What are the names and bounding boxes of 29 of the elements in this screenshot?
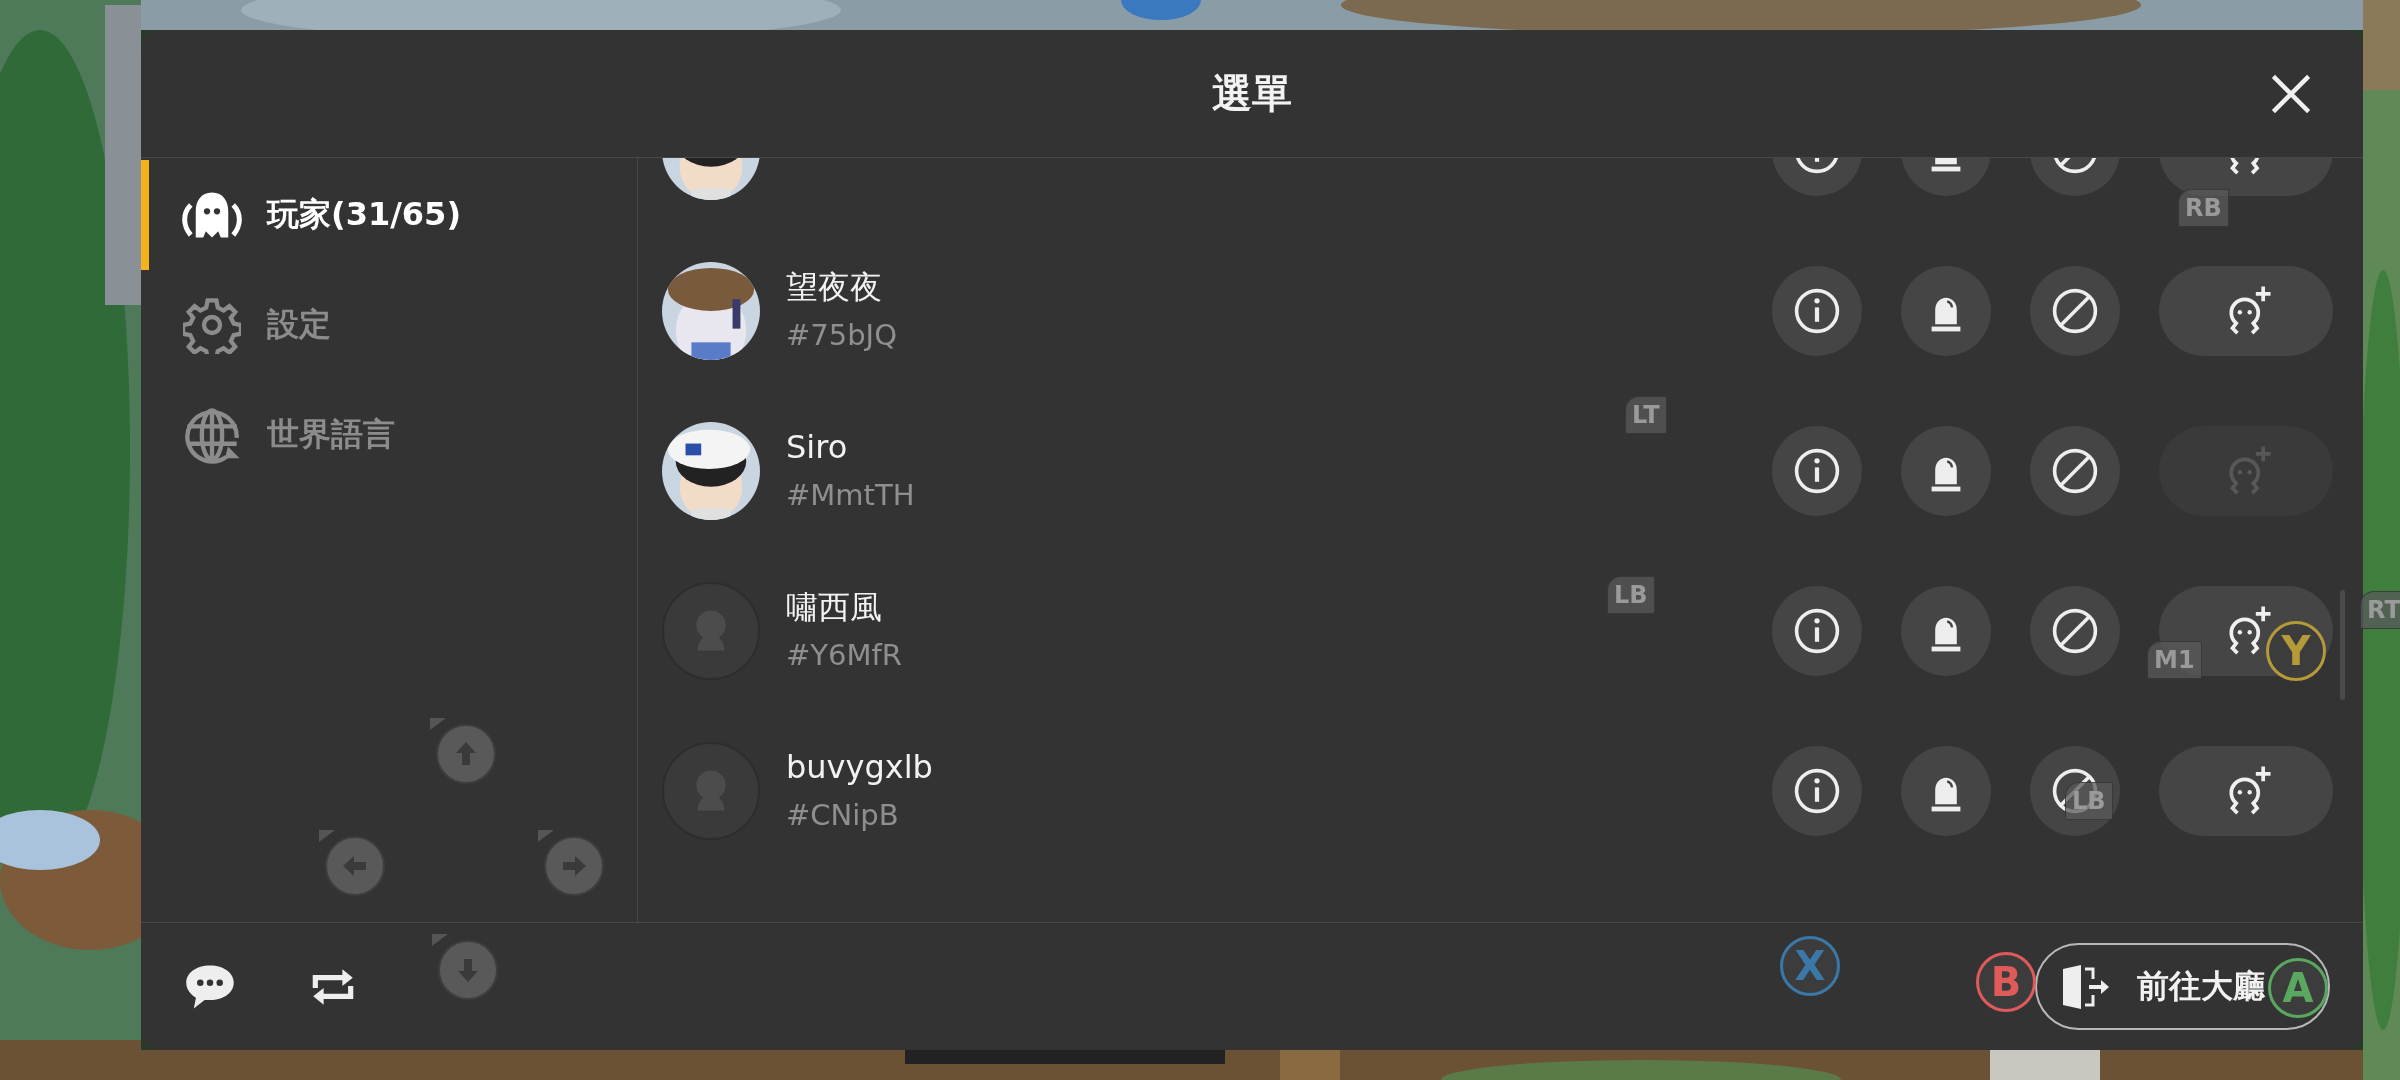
close-button[interactable] <box>2269 72 2313 116</box>
player-name: Siro <box>786 427 848 468</box>
key-hint: LT <box>1625 396 1667 434</box>
key-hint: M1 <box>2147 641 2202 679</box>
globe-icon <box>183 406 241 464</box>
sidebar-tab[interactable]: 玩家(31/65) <box>141 160 637 270</box>
key-hint: LB <box>1607 576 1655 614</box>
player-name: 嘯西風 <box>786 587 882 628</box>
info-icon <box>1793 767 1841 815</box>
player-tag: #Y6MfR <box>786 633 902 677</box>
ban-icon <box>2051 287 2099 335</box>
player-name: buvygxlb <box>786 747 933 788</box>
menu-title: 選單 <box>1212 69 1292 118</box>
info-icon <box>1793 287 1841 335</box>
players-icon <box>179 190 245 240</box>
sidebar-tab[interactable]: 設定 <box>141 270 637 380</box>
player-name: 望夜夜 <box>786 267 882 308</box>
key-hint: LB <box>2065 782 2113 820</box>
ban-icon <box>2051 447 2099 495</box>
player-tag: #CNipB <box>786 793 899 837</box>
close-icon <box>2269 72 2313 116</box>
ban-icon <box>2051 607 2099 655</box>
info-icon <box>1793 447 1841 495</box>
player-tag: #75bJQ <box>786 313 897 357</box>
player-tag: #MmtTH <box>786 473 915 517</box>
settings-icon <box>183 296 241 354</box>
key-hint: RB <box>2178 189 2229 227</box>
sidebar-tab[interactable]: 世界語言 <box>141 380 637 490</box>
info-icon <box>1793 607 1841 655</box>
